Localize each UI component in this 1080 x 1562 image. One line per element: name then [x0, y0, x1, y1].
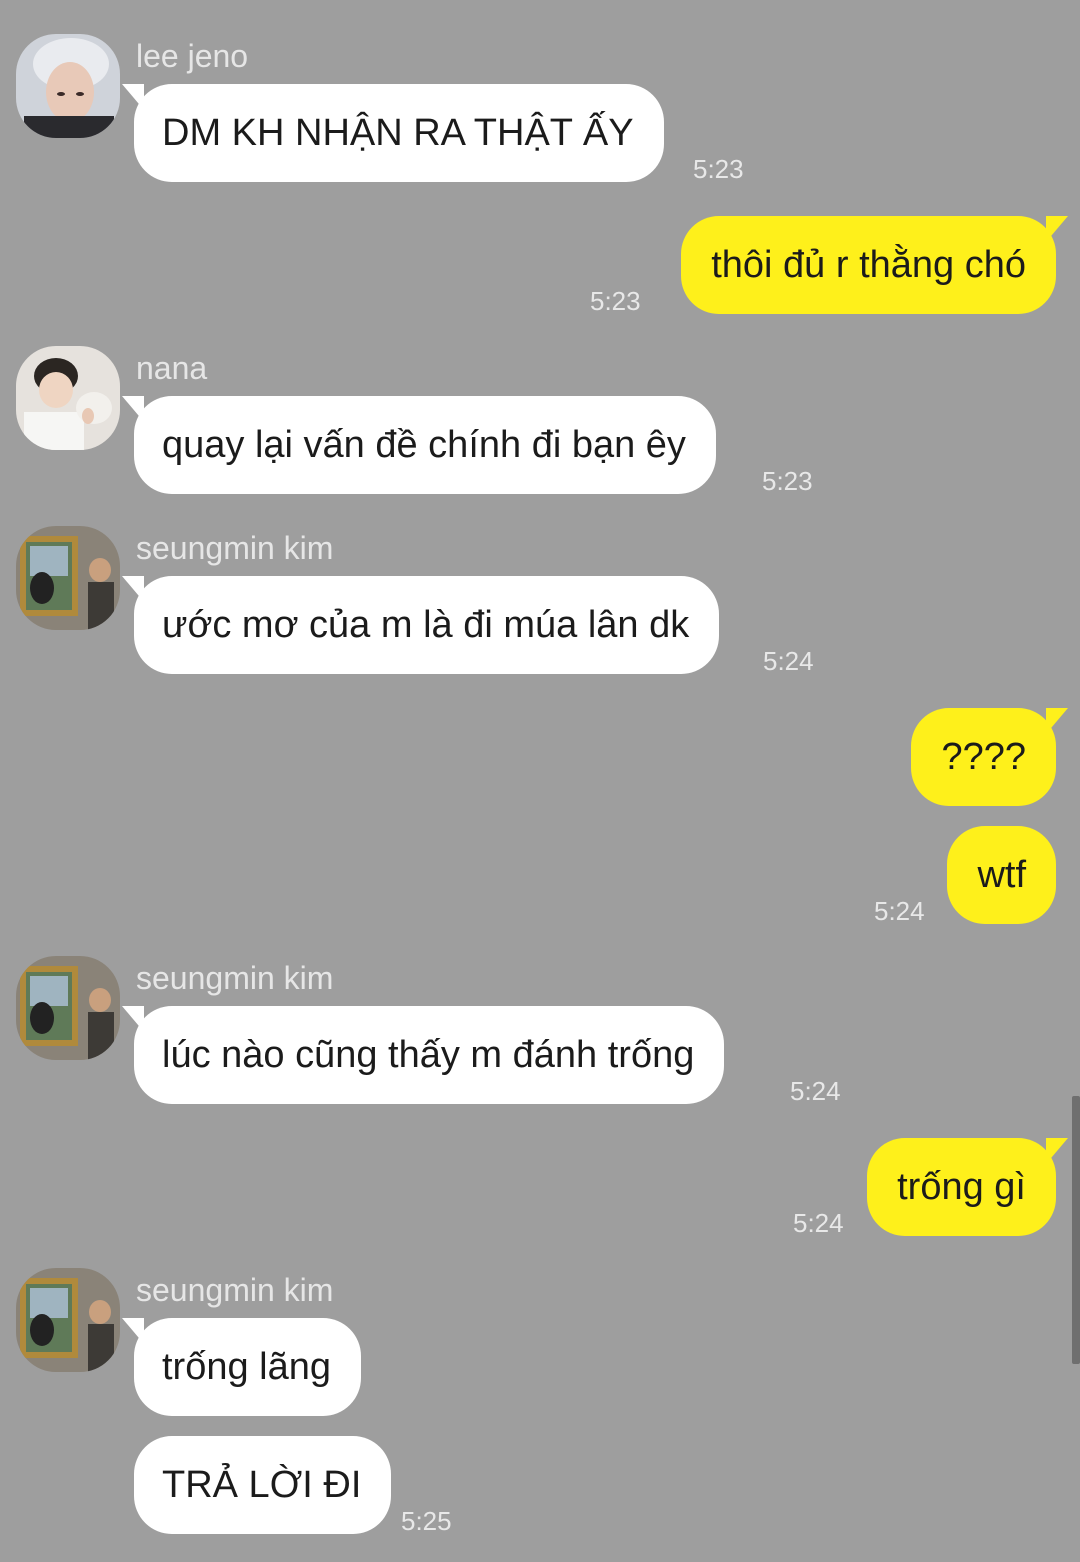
sender-name: lee jeno	[136, 38, 249, 74]
bubble-tail	[122, 84, 144, 110]
message-text: trống lãng	[162, 1346, 332, 1388]
message-timestamp: 5:24	[874, 896, 925, 926]
avatar-nana[interactable]	[16, 346, 120, 450]
chat-transcript[interactable]: lee jeno DM KH NHẬN RA THẬT ẤY 5:23 thôi…	[0, 0, 1080, 1562]
sender-name: nana	[136, 350, 208, 386]
message-text: TRẢ LỜI ĐI	[162, 1464, 362, 1506]
message-text: trống gì	[897, 1166, 1026, 1208]
message-text: DM KH NHẬN RA THẬT ẤY	[162, 112, 634, 154]
bubble-tail	[122, 396, 144, 422]
bubble-tail	[1046, 1138, 1068, 1164]
message-text: wtf	[977, 854, 1026, 896]
avatar-seungmin-kim[interactable]	[16, 956, 120, 1060]
outgoing-message-bubble[interactable]: ????	[911, 708, 1068, 806]
message-timestamp: 5:23	[693, 154, 744, 184]
sender-name: seungmin kim	[136, 960, 334, 996]
bubble-tail	[1046, 216, 1068, 242]
message-timestamp: 5:23	[762, 466, 813, 496]
message-text: ước mơ của m là đi múa lân dk	[162, 604, 690, 646]
incoming-message-bubble[interactable]: ước mơ của m là đi múa lân dk	[122, 576, 720, 674]
message-text: ????	[941, 736, 1026, 778]
sender-name: seungmin kim	[136, 530, 334, 566]
message-text: quay lại vấn đề chính đi bạn êy	[162, 424, 686, 466]
scrollbar[interactable]	[1072, 1096, 1080, 1364]
avatar-seungmin-kim[interactable]	[16, 526, 120, 630]
incoming-message-bubble[interactable]: trống lãng	[122, 1318, 362, 1416]
outgoing-message-bubble[interactable]: trống gì	[867, 1138, 1068, 1236]
outgoing-message-bubble[interactable]: wtf	[947, 826, 1056, 924]
message-text: thôi đủ r thằng chó	[711, 244, 1026, 286]
incoming-message-bubble[interactable]: DM KH NHẬN RA THẬT ẤY	[122, 84, 664, 182]
message-timestamp: 5:24	[763, 646, 814, 676]
outgoing-message-bubble[interactable]: thôi đủ r thằng chó	[681, 216, 1068, 314]
bubble-tail	[1046, 708, 1068, 734]
incoming-message-bubble[interactable]: quay lại vấn đề chính đi bạn êy	[122, 396, 716, 494]
bubble-tail	[122, 1006, 144, 1032]
bubble-tail	[122, 576, 144, 602]
message-timestamp: 5:24	[793, 1208, 844, 1238]
sender-name: seungmin kim	[136, 1272, 334, 1308]
message-timestamp: 5:24	[790, 1076, 841, 1106]
avatar-lee-jeno[interactable]	[16, 34, 120, 138]
bubble-tail	[122, 1318, 144, 1344]
incoming-message-bubble[interactable]: TRẢ LỜI ĐI	[134, 1436, 392, 1534]
avatar-seungmin-kim[interactable]	[16, 1268, 120, 1372]
message-text: lúc nào cũng thấy m đánh trống	[162, 1034, 695, 1076]
message-timestamp: 5:25	[401, 1506, 452, 1536]
incoming-message-bubble[interactable]: lúc nào cũng thấy m đánh trống	[122, 1006, 725, 1104]
message-timestamp: 5:23	[590, 286, 641, 316]
